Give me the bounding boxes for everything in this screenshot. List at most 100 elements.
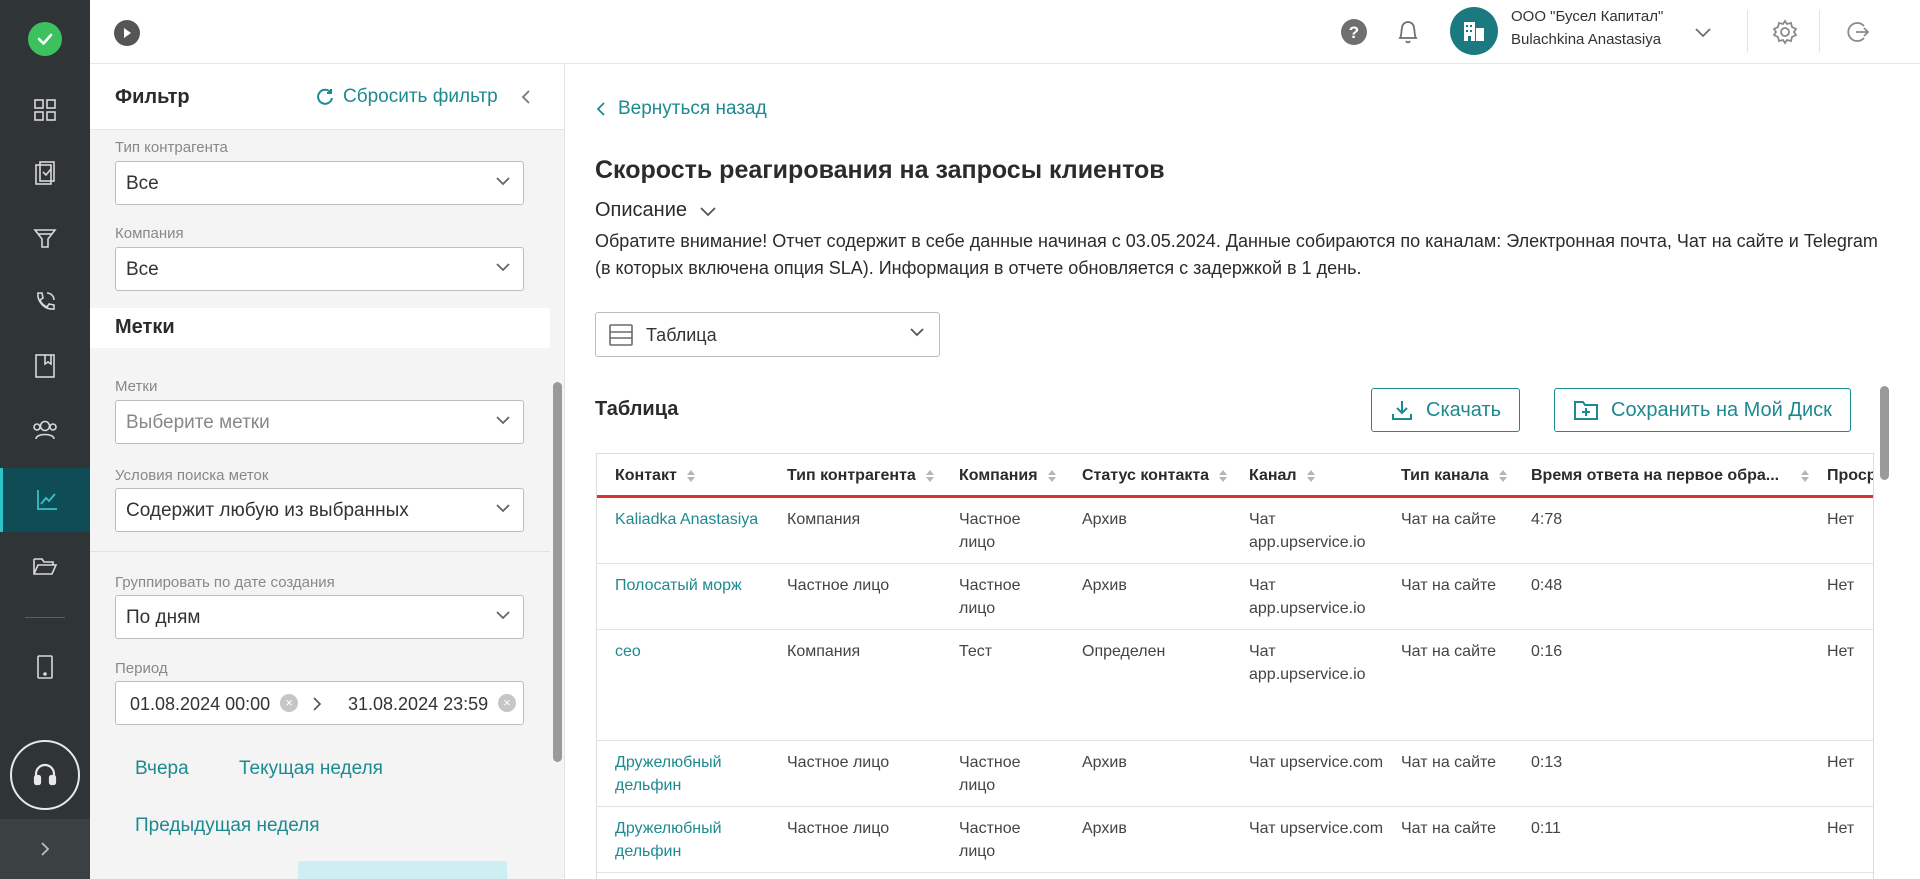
rail-mobile-icon[interactable] xyxy=(0,635,90,699)
back-link[interactable]: Вернуться назад xyxy=(596,98,767,120)
table-row[interactable]: Дружелюбный дельфин Частное лицо Частное… xyxy=(597,807,1873,873)
main-scrollbar-thumb[interactable] xyxy=(1880,386,1889,480)
company-name[interactable]: ООО "Бусел Капитал" xyxy=(1511,8,1663,25)
account-chevron-down-icon[interactable] xyxy=(1689,18,1717,46)
contact-link[interactable]: Полосатый морж xyxy=(615,574,765,597)
rail-expand-chevron-icon[interactable] xyxy=(0,819,90,879)
table-row[interactable]: Полосатый морж Частное лицо Частное лицо… xyxy=(597,564,1873,630)
view-mode-select[interactable]: Таблица xyxy=(595,312,940,357)
column-header-first-response-time[interactable]: Время ответа на первое обра... xyxy=(1531,467,1810,485)
report-table: Контакт Тип контрагента Компания Статус … xyxy=(596,453,1874,879)
company-label: Компания xyxy=(115,225,184,242)
filter-panel: Фильтр Сбросить фильтр Тип контрагента В… xyxy=(90,64,565,879)
top-divider xyxy=(1747,10,1748,52)
logo-check-icon[interactable] xyxy=(28,22,62,56)
rail-phone-icon[interactable] xyxy=(0,270,90,334)
counterparty-type-label: Тип контрагента xyxy=(115,139,228,156)
sort-icon[interactable] xyxy=(1801,470,1810,482)
quick-current-week-link[interactable]: Текущая неделя xyxy=(239,758,383,780)
rail-dashboard-icon[interactable] xyxy=(0,78,90,142)
company-avatar[interactable] xyxy=(1450,7,1498,55)
table-section-title: Таблица xyxy=(595,398,679,420)
contact-link[interactable]: Дружелюбный дельфин xyxy=(615,817,765,863)
rail-users-icon[interactable] xyxy=(0,398,90,462)
quick-yesterday-link[interactable]: Вчера xyxy=(135,758,189,780)
company-select[interactable]: Все xyxy=(115,247,524,291)
rail-reports-icon[interactable] xyxy=(0,468,90,532)
support-headset-icon[interactable] xyxy=(10,740,80,810)
company-cell: Частное лицо xyxy=(959,820,1021,860)
group-by-label: Группировать по дате создания xyxy=(115,574,335,591)
column-header-company[interactable]: Компания xyxy=(959,467,1056,485)
reset-filter-label: Сбросить фильтр xyxy=(343,86,498,107)
company-cell: Частное лицо xyxy=(959,577,1021,617)
channel-type-cell: Чат на сайте xyxy=(1401,754,1497,771)
logout-icon[interactable] xyxy=(1843,18,1871,46)
rail-clipboard-icon[interactable] xyxy=(0,142,90,206)
clear-to-icon[interactable]: × xyxy=(498,694,516,712)
column-header-counterparty-type[interactable]: Тип контрагента xyxy=(787,467,934,485)
contact-link[interactable]: Kaliadka Anastasiya xyxy=(615,508,765,531)
rail-folder-icon[interactable] xyxy=(0,534,90,598)
period-from-input[interactable]: 01.08.2024 00:00 xyxy=(130,694,270,715)
reset-filter-button[interactable]: Сбросить фильтр xyxy=(315,86,498,108)
response-time-cell: 0:16 xyxy=(1531,643,1563,660)
sort-icon[interactable] xyxy=(1047,470,1056,482)
chevron-down-icon xyxy=(700,206,716,216)
channel-type-cell: Чат на сайте xyxy=(1401,577,1497,594)
contact-link[interactable]: Дружелюбный дельфин xyxy=(615,751,765,797)
table-row[interactable]: Дружелюбный дельфин Частное лицо Частное… xyxy=(597,741,1873,807)
sort-icon[interactable] xyxy=(1306,470,1315,482)
help-icon[interactable]: ? xyxy=(1340,18,1368,46)
quick-previous-week-link[interactable]: Предыдущая неделя xyxy=(135,815,320,837)
contact-link[interactable]: ceo xyxy=(615,640,765,663)
rail-funnel-icon[interactable] xyxy=(0,206,90,270)
table-row[interactable]: Kaliadka Anastasiya Компания Частное лиц… xyxy=(597,498,1873,564)
settings-gear-icon[interactable] xyxy=(1771,18,1799,46)
description-text: Обратите внимание! Отчет содержит в себе… xyxy=(595,231,1878,278)
rail-separator xyxy=(25,617,65,618)
column-header-channel[interactable]: Канал xyxy=(1249,467,1315,485)
status-cell: Архив xyxy=(1082,511,1127,528)
group-by-select[interactable]: По дням xyxy=(115,595,524,639)
collapse-panel-chevron-icon[interactable] xyxy=(520,88,532,111)
column-header-channel-type[interactable]: Тип канала xyxy=(1401,467,1507,485)
rail-book-icon[interactable] xyxy=(0,334,90,398)
tags-select[interactable]: Выберите метки xyxy=(115,400,524,444)
table-view-icon xyxy=(609,324,633,346)
counterparty-type-cell: Частное лицо xyxy=(787,820,890,837)
download-button[interactable]: Скачать xyxy=(1371,388,1520,432)
company-cell: Частное лицо xyxy=(959,511,1021,551)
column-header-contact[interactable]: Контакт xyxy=(615,467,695,485)
table-header: Контакт Тип контрагента Компания Статус … xyxy=(597,454,1873,498)
bell-icon[interactable] xyxy=(1394,18,1422,46)
sort-icon[interactable] xyxy=(1219,470,1228,482)
sort-icon[interactable] xyxy=(686,470,695,482)
column-header-status[interactable]: Статус контакта xyxy=(1082,467,1228,485)
filter-scrollbar-thumb[interactable] xyxy=(553,382,562,762)
tags-section-header: Метки xyxy=(90,308,550,348)
counterparty-type-cell: Компания xyxy=(787,643,861,660)
sort-icon[interactable] xyxy=(1498,470,1507,482)
clear-from-icon[interactable]: × xyxy=(280,694,298,712)
period-range: 01.08.2024 00:00 × 31.08.2024 23:59 × xyxy=(115,681,524,725)
left-rail xyxy=(0,0,90,879)
column-header-overdue[interactable]: Проср xyxy=(1827,467,1873,485)
svg-text:?: ? xyxy=(1349,23,1359,42)
quick-period-chip-selected[interactable] xyxy=(298,861,507,879)
save-to-drive-button[interactable]: Сохранить на Мой Диск xyxy=(1554,388,1851,432)
counterparty-type-cell: Частное лицо xyxy=(787,754,890,771)
sort-icon[interactable] xyxy=(925,470,934,482)
chevron-down-icon xyxy=(496,504,510,513)
tag-search-select[interactable]: Содержит любую из выбранных xyxy=(115,488,524,532)
channel-cell: Чат app.upservice.io xyxy=(1249,511,1366,551)
description-toggle[interactable]: Описание xyxy=(595,199,717,222)
top-bar: ? ООО "Бусел Капитал" Bulachkina Anastas… xyxy=(90,0,1920,64)
play-icon[interactable] xyxy=(114,20,140,46)
counterparty-type-select[interactable]: Все xyxy=(115,161,524,205)
overdue-cell: Нет xyxy=(1827,511,1855,528)
user-name[interactable]: Bulachkina Anastasiya xyxy=(1511,31,1661,48)
counterparty-type-cell: Частное лицо xyxy=(787,577,890,594)
table-row[interactable]: ceo Компания Тест Определен Чат app.upse… xyxy=(597,630,1873,741)
period-to-input[interactable]: 31.08.2024 23:59 xyxy=(348,694,488,715)
